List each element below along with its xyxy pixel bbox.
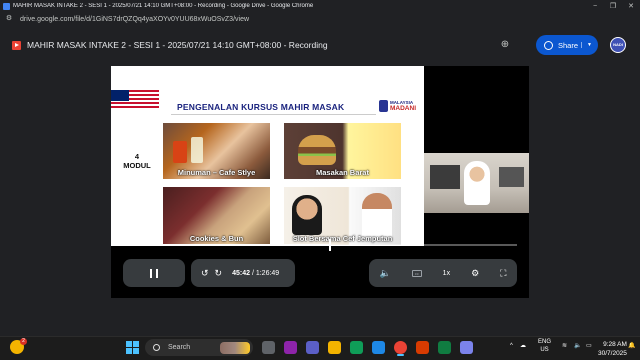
teams-icon[interactable] (306, 341, 319, 354)
drive-header: MAHIR MASAK INTAKE 2 - SESI 1 - 2025/07/… (0, 30, 640, 60)
windows-start-icon[interactable] (126, 341, 139, 354)
duration: / 1:26:49 (251, 269, 280, 277)
taskbar-search[interactable]: Search (145, 339, 253, 356)
region: US (540, 347, 549, 353)
app-icon[interactable] (460, 341, 473, 354)
current-time: 45:42 (232, 269, 250, 277)
module-tile-masakan-barat: Masakan Barat (284, 123, 401, 179)
add-to-drive-icon[interactable]: ⊕ (498, 38, 512, 52)
modul-count: 4 MODUL (117, 152, 157, 170)
play-controls (123, 259, 185, 287)
search-placeholder: Search (168, 344, 191, 351)
emblem-icon (379, 100, 388, 112)
url-text[interactable]: drive.google.com/file/d/1GiNS7drQZQq4yaX… (20, 16, 640, 23)
fullscreen-icon[interactable]: ⛶ (500, 268, 506, 278)
notification-badge: 2 (20, 338, 27, 345)
volume-icon[interactable]: 🔈 (574, 342, 581, 350)
malaysia-flag-canton (111, 90, 129, 101)
captions-icon[interactable]: cc (411, 269, 422, 277)
avatar[interactable]: NADI (610, 37, 626, 53)
slide-title: PENGENALAN KURSUS MAHIR MASAK (177, 102, 345, 112)
language-indicator[interactable]: ENG US (538, 338, 551, 354)
burger-image (298, 135, 336, 165)
wifi-icon[interactable]: ≋ (562, 342, 567, 350)
tile-label: Slot Bersama Cef Jemputan (292, 234, 393, 243)
rewind-10-icon[interactable]: ↺ (201, 268, 209, 278)
time-controls: ↺ ↻ 45:42 / 1:26:49 (191, 259, 295, 287)
kitchen-shelf (499, 167, 524, 187)
settings-icon[interactable]: ⚙ (471, 268, 479, 278)
tile-label: Masakan Barat (316, 168, 369, 177)
modul-number: 4 (134, 152, 140, 161)
modul-label: MODUL (123, 161, 151, 170)
share-button[interactable]: Share ▼ (536, 35, 598, 55)
clock-time: 9:28 AM (603, 341, 627, 348)
search-icon (153, 344, 160, 351)
presenter (464, 161, 490, 205)
google-drive-favicon-icon (3, 2, 10, 10)
powerpoint-icon[interactable] (416, 341, 429, 354)
module-tile-cookies: Cookies & Bun (163, 187, 270, 245)
tile-label: Cookies & Bun (189, 234, 244, 243)
file-explorer-icon[interactable] (328, 341, 341, 354)
presenter-webcam (424, 153, 529, 213)
system-clock[interactable]: 9:28 AM 30/7/2025 (598, 340, 627, 358)
seek-bar-played (123, 244, 331, 246)
drink-image (173, 141, 187, 163)
minimize-icon[interactable]: − (586, 3, 604, 10)
chevron-up-icon[interactable]: ^ (510, 342, 513, 350)
restore-icon[interactable]: ❐ (604, 2, 622, 10)
close-icon[interactable]: ✕ (622, 2, 640, 10)
video-player[interactable]: PENGENALAN KURSUS MAHIR MASAK MALAYSIA M… (111, 66, 529, 298)
chevron-down-icon[interactable]: ▼ (581, 42, 592, 48)
playback-speed[interactable]: 1x (443, 270, 450, 277)
video-file-icon (12, 40, 21, 50)
volume-icon[interactable]: 🔈 (379, 268, 390, 278)
module-tile-minuman: Minuman – Cafe Stlye (163, 123, 270, 179)
logo-line-2: MADANI (390, 105, 416, 112)
module-tile-cef-jemputan: Slot Bersama Cef Jemputan (284, 187, 401, 245)
drink-image (191, 137, 203, 163)
edge-icon[interactable] (350, 341, 363, 354)
chef-photo (362, 193, 392, 239)
chrome-icon[interactable] (394, 341, 407, 354)
notification-bell-icon[interactable]: 🔔 (628, 342, 635, 350)
search-highlight-image (220, 341, 250, 354)
window-title: MAHIR MASAK INTAKE 2 - SESI 1 - 2025/07/… (13, 3, 314, 9)
chef-photo (292, 195, 322, 235)
globe-icon (544, 40, 553, 50)
presentation-slide: PENGENALAN KURSUS MAHIR MASAK MALAYSIA M… (111, 66, 424, 246)
battery-icon[interactable]: ▭ (586, 342, 592, 350)
tile-label: Minuman – Cafe Stlye (177, 168, 256, 177)
site-settings-icon[interactable]: ⚙ (4, 14, 14, 24)
clock-date: 30/7/2025 (598, 350, 627, 357)
kitchen-shelf (430, 165, 460, 189)
task-view-icon[interactable] (262, 341, 275, 354)
copilot-icon[interactable] (284, 341, 297, 354)
pause-icon[interactable] (150, 268, 158, 278)
language: ENG (538, 339, 552, 345)
seek-handle[interactable] (329, 239, 332, 251)
excel-icon[interactable] (438, 341, 451, 354)
address-bar[interactable]: ⚙ drive.google.com/file/d/1GiNS7drQZQq4y… (0, 12, 640, 26)
weather-icon[interactable]: 2 (10, 338, 27, 354)
malaysia-madani-logo: MALAYSIA MADANI (379, 98, 421, 116)
cloud-icon[interactable]: ☁ (520, 342, 526, 350)
active-app-indicator (397, 354, 404, 356)
divider (171, 114, 376, 115)
settings-controls: 🔈 cc 1x ⚙ ⛶ (369, 259, 517, 287)
time-display: 45:42 / 1:26:49 (232, 270, 279, 277)
share-label: Share (558, 40, 579, 50)
forward-10-icon[interactable]: ↻ (215, 268, 223, 278)
store-icon[interactable] (372, 341, 385, 354)
browser-title-bar: MAHIR MASAK INTAKE 2 - SESI 1 - 2025/07/… (0, 0, 640, 12)
seek-bar[interactable] (123, 239, 517, 251)
file-title: MAHIR MASAK INTAKE 2 - SESI 1 - 2025/07/… (27, 40, 328, 50)
